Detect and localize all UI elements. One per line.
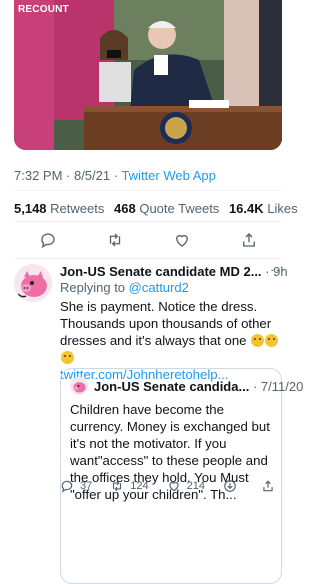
replying-handle[interactable]: @catturd2 [129, 280, 189, 295]
thinking-emoji-icon [265, 334, 279, 347]
divider [14, 190, 282, 191]
like-heart-icon [168, 482, 179, 492]
quote-header: Jon-US Senate candida... · 7/11/20 [94, 379, 303, 394]
tweet-time: 7:32 PM · 8/5/21 · [14, 168, 122, 183]
retweet-count: 124 [130, 480, 149, 492]
recount-watermark: RECOUNT [18, 4, 69, 15]
like-button[interactable]: 214 [167, 479, 205, 493]
pig-avatar-icon [14, 264, 52, 302]
quote-author-name: Jon-US Senate candida... [94, 379, 250, 394]
media-scene [14, 0, 282, 150]
tweet-source-app[interactable]: Twitter Web App [121, 168, 215, 183]
reply-icon[interactable] [39, 231, 57, 249]
retweet-icon[interactable] [106, 231, 124, 249]
thinking-emoji-icon [61, 351, 74, 364]
more-options-icon[interactable]: ··· [270, 262, 286, 277]
retweet-icon [113, 480, 122, 492]
reply-actions: 37 124 214 [60, 477, 286, 495]
download-button[interactable] [223, 479, 243, 493]
tweet-actions [14, 229, 282, 251]
reply-count: 37 [80, 480, 93, 492]
share-icon[interactable] [240, 231, 258, 249]
retweet-button[interactable]: 124 [110, 479, 149, 493]
quote-tweets-stat[interactable]: 468 Quote Tweets [114, 201, 219, 216]
tweet-timestamp: 7:32 PM · 8/5/21 · Twitter Web App [14, 168, 216, 183]
like-count: 214 [186, 480, 205, 492]
quoted-tweet[interactable]: Jon-US Senate candida... · 7/11/20 Child… [60, 368, 303, 584]
download-circle-icon [224, 480, 236, 492]
pig-avatar-icon [70, 377, 88, 395]
thinking-emoji-icon [251, 334, 265, 347]
tweet-media-image[interactable]: RECOUNT [14, 0, 282, 150]
quote-time: · 7/11/20 [252, 379, 304, 394]
like-heart-icon[interactable] [173, 231, 191, 249]
avatar [70, 377, 88, 395]
replying-to: Replying to @catturd2 [60, 280, 189, 295]
likes-stat[interactable]: 16.4K Likes [229, 201, 298, 216]
retweets-stat[interactable]: 5,148 Retweets [14, 201, 104, 216]
divider [14, 221, 282, 222]
share-icon [263, 480, 273, 492]
reply-button[interactable]: 37 [60, 479, 92, 493]
reply-icon [61, 480, 73, 493]
divider [14, 258, 282, 259]
share-button[interactable] [261, 479, 281, 493]
reply-author-name[interactable]: Jon-US Senate candidate MD 2... [60, 264, 262, 279]
tweet-stats: 5,148 Retweets 468 Quote Tweets 16.4K Li… [14, 201, 304, 216]
avatar[interactable] [14, 264, 52, 302]
reply-header: Jon-US Senate candidate MD 2... · 9h ··· [60, 262, 288, 279]
